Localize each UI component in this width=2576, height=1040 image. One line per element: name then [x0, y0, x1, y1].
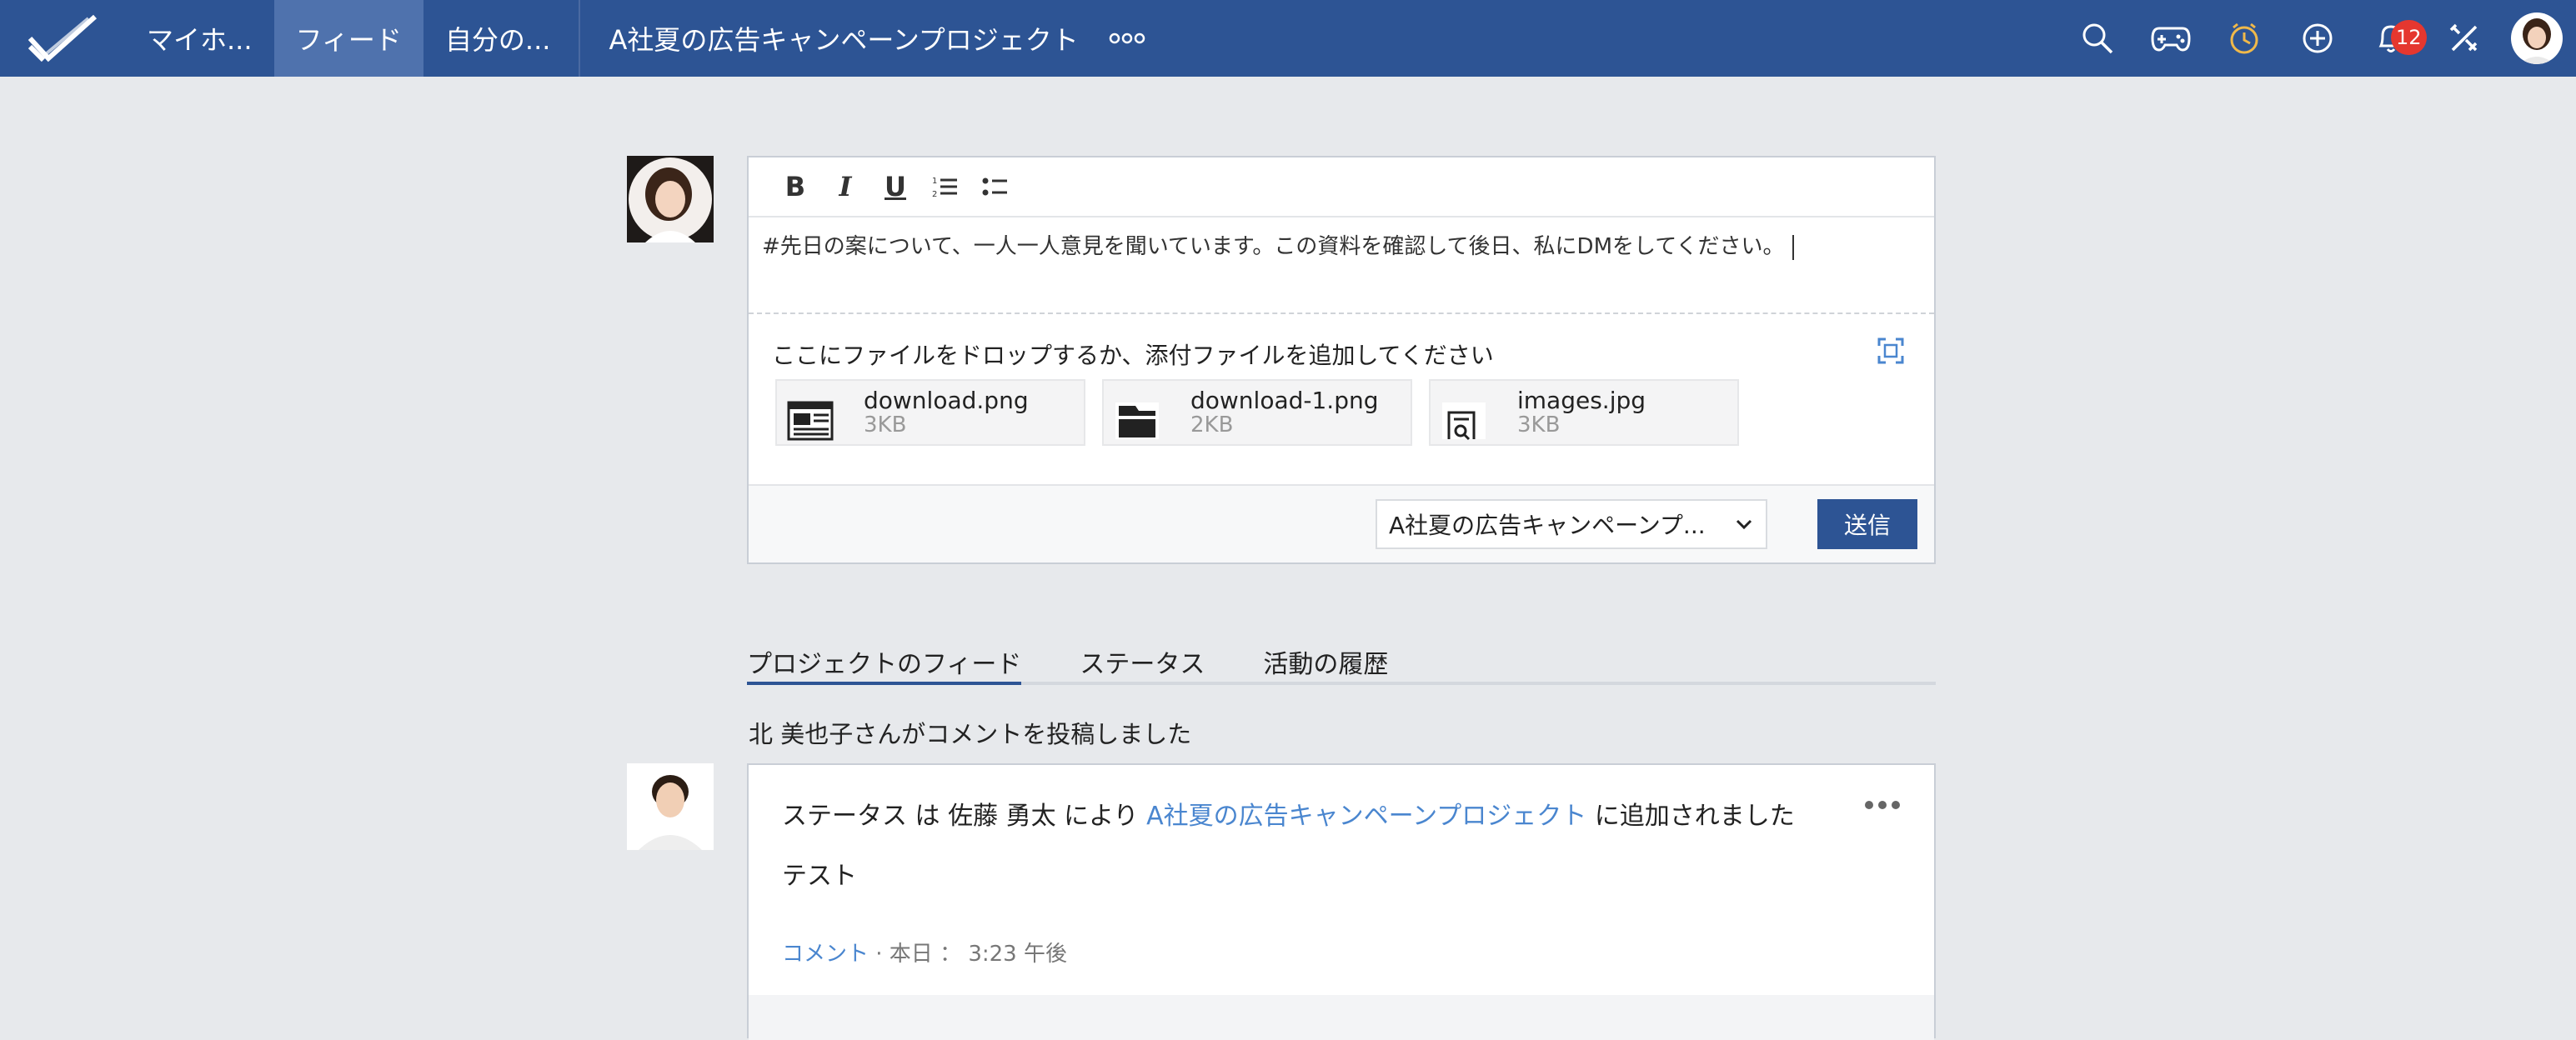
attachment-file[interactable]: images.jpg 3KB — [1429, 379, 1739, 446]
nav-project-title[interactable]: A社夏の広告キャンペーンプロジェクト — [587, 19, 1100, 58]
svg-text:1: 1 — [932, 177, 937, 186]
file-meta: download.png 3KB — [864, 387, 1029, 438]
editor-text: #先日の案について、一人一人意見を聞いています。この資料を確認して後日、私にDM… — [762, 234, 1785, 259]
post-author-avatar[interactable] — [627, 763, 714, 850]
tab-project-feed[interactable]: プロジェクトのフィード — [747, 633, 1022, 685]
file-size: 2KB — [1190, 412, 1234, 438]
post-text-editor[interactable]: #先日の案について、一人一人意見を聞いています。この資料を確認して後日、私にDM… — [749, 218, 1934, 314]
add-icon[interactable] — [2281, 0, 2354, 77]
numbered-list-icon: 1 2 — [932, 177, 957, 199]
expand-icon[interactable] — [1872, 332, 1909, 369]
attachment-file[interactable]: download.png 3KB — [775, 379, 1085, 446]
nav-divider — [579, 0, 581, 77]
bold-button[interactable]: B — [770, 162, 820, 212]
timer-icon[interactable] — [2208, 0, 2281, 77]
nav-item-mine[interactable]: 自分の... — [423, 0, 573, 77]
file-meta: images.jpg 3KB — [1517, 387, 1646, 438]
chevron-down-icon — [1736, 519, 1752, 530]
underline-button[interactable]: U — [870, 162, 920, 212]
feed-tabs: プロジェクトのフィード ステータス 活動の履歴 — [747, 633, 1936, 685]
drop-hint-text: ここにファイルをドロップするか、添付ファイルを追加してください — [772, 342, 1494, 369]
more-options-icon[interactable] — [1864, 798, 1901, 814]
file-name: images.jpg — [1517, 387, 1646, 414]
image-thumbnail-icon — [1104, 379, 1170, 446]
comment-link[interactable]: コメント — [782, 942, 869, 967]
project-select-value: A社夏の広告キャンペーンプ... — [1389, 512, 1706, 539]
post-timestamp: · 本日 ： 3:23 午後 — [875, 942, 1067, 967]
post-activity-line: ステータス は 佐藤 勇太 により A社夏の広告キャンペーンプロジェクト に追加… — [782, 795, 1795, 832]
format-toolbar: B I U 1 2 — [749, 158, 1934, 218]
numbered-list-button[interactable]: 1 2 — [920, 162, 970, 212]
nav-item-feed[interactable]: フィード — [273, 0, 423, 77]
app-logo-checkmark-icon[interactable] — [0, 0, 125, 77]
image-thumbnail-icon — [1431, 379, 1497, 446]
post-composer: B I U 1 2 #先日の案について、一人一人意見を聞いています。この資料を確… — [747, 156, 1936, 564]
search-icon[interactable] — [2061, 0, 2134, 77]
top-navigation-bar: マイホ... フィード 自分の... A社夏の広告キャンペーンプロジェクト 12 — [0, 0, 2576, 77]
file-name: download-1.png — [1190, 387, 1379, 414]
nav-item-myhome[interactable]: マイホ... — [125, 0, 274, 77]
bullet-list-button[interactable] — [970, 162, 1020, 212]
project-select-dropdown[interactable]: A社夏の広告キャンペーンプ... — [1376, 499, 1767, 549]
post-line-suffix: に追加されました — [1594, 802, 1795, 831]
tools-icon[interactable] — [2428, 0, 2501, 77]
attachment-list: download.png 3KB download-1.png 2KB imag… — [775, 379, 1756, 446]
post-meta: コメント · 本日 ： 3:23 午後 — [782, 937, 1067, 968]
feed-activity-heading: 北 美也子さんがコメントを投稿しました — [749, 720, 1192, 748]
bullet-list-icon — [982, 178, 1007, 196]
italic-button[interactable]: I — [820, 162, 870, 212]
post-body-text: テスト — [782, 862, 857, 891]
file-meta: download-1.png 2KB — [1190, 387, 1379, 438]
attachment-file[interactable]: download-1.png 2KB — [1102, 379, 1412, 446]
nav-more-icon[interactable] — [1100, 0, 1154, 77]
gamepad-icon[interactable] — [2134, 0, 2208, 77]
feed-post-card: ステータス は 佐藤 勇太 により A社夏の広告キャンペーンプロジェクト に追加… — [747, 763, 1936, 1040]
post-project-link[interactable]: A社夏の広告キャンペーンプロジェクト — [1146, 802, 1586, 831]
file-size: 3KB — [1517, 412, 1561, 438]
composer-author-avatar — [627, 156, 714, 242]
image-thumbnail-icon — [777, 379, 844, 446]
post-comment-bar — [749, 995, 1934, 1040]
attachment-drop-zone[interactable]: ここにファイルをドロップするか、添付ファイルを追加してください download… — [749, 314, 1934, 486]
notification-bell-icon[interactable]: 12 — [2354, 0, 2428, 77]
composer-footer: A社夏の広告キャンペーンプ... 送信 — [749, 486, 1934, 562]
file-size: 3KB — [864, 412, 907, 438]
nav-right-tools: 12 — [2061, 0, 2576, 77]
tab-status[interactable]: ステータス — [1080, 633, 1205, 685]
send-button[interactable]: 送信 — [1817, 499, 1917, 549]
svg-text:2: 2 — [932, 190, 937, 199]
notification-count-badge: 12 — [2391, 20, 2427, 55]
post-line-prefix: ステータス は 佐藤 勇太 により — [782, 802, 1139, 831]
file-name: download.png — [864, 387, 1029, 414]
tab-activity-history[interactable]: 活動の履歴 — [1263, 633, 1388, 685]
user-avatar[interactable] — [2511, 12, 2563, 64]
text-caret — [1792, 234, 1795, 260]
